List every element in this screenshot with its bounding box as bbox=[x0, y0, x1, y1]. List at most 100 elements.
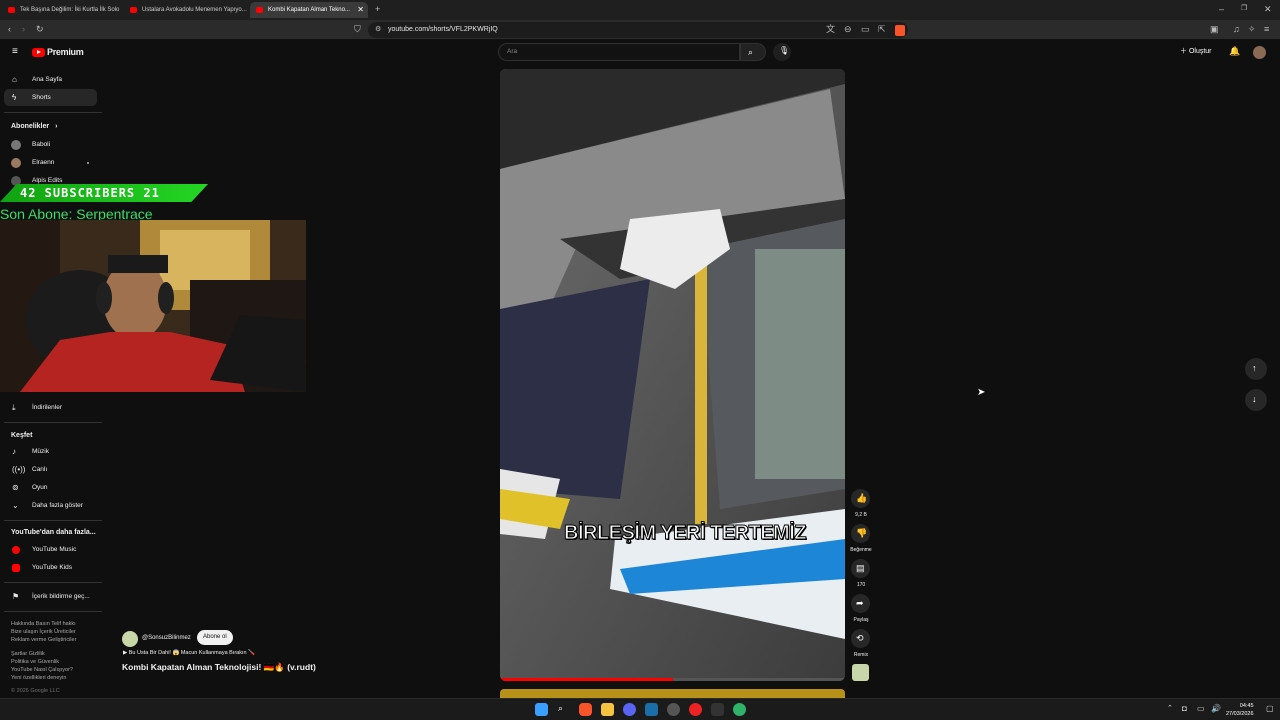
sidebar-divider bbox=[4, 112, 102, 113]
sidebar-item-youtube-kids[interactable]: YouTube Kids bbox=[4, 559, 97, 576]
youtube-logo-icon[interactable] bbox=[32, 48, 45, 57]
close-window-button[interactable]: ✕ bbox=[1264, 5, 1272, 14]
steam-icon[interactable] bbox=[645, 703, 658, 716]
sidebar-item-gaming[interactable]: ⊚ Oyun bbox=[4, 479, 97, 496]
arrow-down-icon: ↓ bbox=[1252, 394, 1257, 404]
search-icon[interactable]: ⌕ bbox=[558, 704, 563, 713]
network-icon[interactable]: ▭ bbox=[1197, 705, 1205, 713]
video-progress-track[interactable] bbox=[500, 678, 845, 681]
tray-app-icon[interactable]: ◘ bbox=[1182, 705, 1187, 713]
create-button[interactable]: ＋ Oluştur bbox=[1180, 46, 1212, 56]
sidebar-item-subscription[interactable]: Elraenn bbox=[4, 154, 97, 171]
reload-icon[interactable]: ↻ bbox=[36, 25, 44, 34]
sidebar-toggle-icon[interactable]: ▣ bbox=[1210, 25, 1219, 34]
windows-taskbar: ⌕ ⌃ ◘ ▭ 🔊 04:45 27/03/2026 ▢ bbox=[0, 698, 1280, 720]
sidebar-item-youtube-music[interactable]: YouTube Music bbox=[4, 541, 97, 558]
sidebar-item-downloads[interactable]: ⤓ İndirilenler bbox=[4, 399, 97, 416]
clock[interactable]: 04:45 27/03/2026 bbox=[1226, 702, 1254, 718]
create-label: Oluştur bbox=[1188, 48, 1212, 55]
share-icon[interactable]: ⇱ bbox=[878, 25, 886, 34]
notification-center-icon[interactable]: ▢ bbox=[1266, 705, 1274, 713]
subscriber-counter-text: 42 SUBSCRIBERS 21 bbox=[20, 186, 160, 200]
like-button[interactable]: 👍 bbox=[851, 489, 870, 508]
sidebar-item-label: YouTube Music bbox=[32, 546, 77, 553]
browser-tab-2[interactable]: Ustalara Avokadolu Menemen Yapıyo... bbox=[124, 2, 248, 18]
file-explorer-icon[interactable] bbox=[601, 703, 614, 716]
footer-line[interactable]: Politika ve Güvenlik bbox=[11, 658, 76, 666]
tray-overflow-icon[interactable]: ⌃ bbox=[1167, 705, 1173, 712]
translate-icon[interactable]: 文 bbox=[826, 25, 835, 34]
notifications-bell-icon[interactable]: 🔔 bbox=[1229, 47, 1240, 56]
sound-thumbnail[interactable] bbox=[852, 664, 869, 681]
avatar[interactable] bbox=[1253, 46, 1266, 59]
media-icon[interactable]: ♫ bbox=[1233, 25, 1240, 34]
obs-icon[interactable] bbox=[667, 703, 680, 716]
extensions-icon[interactable]: ✧ bbox=[1248, 25, 1256, 34]
sidebar-item-shorts[interactable]: ϟ Shorts bbox=[4, 89, 97, 106]
footer-line[interactable]: Bize ulaşın İçerik Üreticiler bbox=[11, 628, 76, 636]
sidebar-item-music[interactable]: ♪ Müzik bbox=[4, 443, 97, 460]
channel-name[interactable]: @SonsuzBilinmez bbox=[142, 635, 191, 641]
video-caption: BİRLEŞİM YERİ TERTEMİZ bbox=[564, 522, 807, 545]
video-frame bbox=[500, 69, 845, 681]
site-info-icon[interactable]: ⚙ bbox=[375, 26, 381, 33]
subscribe-button[interactable]: Abone ol bbox=[197, 630, 233, 645]
menu-icon[interactable]: ≡ bbox=[1264, 25, 1269, 34]
discord-icon[interactable] bbox=[623, 703, 636, 716]
mouse-cursor-icon: ➤ bbox=[977, 387, 986, 398]
shorts-video-player[interactable]: BİRLEŞİM YERİ TERTEMİZ bbox=[500, 69, 845, 681]
close-tab-icon[interactable]: ✕ bbox=[357, 2, 364, 18]
comments-button[interactable]: ▤ bbox=[851, 559, 870, 578]
browser-tab-3-active[interactable]: Kombi Kapatan Alman Tekno... ✕ bbox=[250, 2, 368, 18]
sidebar-item-label: Baboli bbox=[32, 141, 51, 148]
next-short-button[interactable]: ↓ bbox=[1245, 389, 1267, 411]
channel-avatar[interactable] bbox=[122, 631, 138, 647]
footer-line[interactable]: Şartlar Gizlilik bbox=[11, 650, 76, 658]
start-menu-icon[interactable] bbox=[535, 703, 548, 716]
short-title[interactable]: Kombi Kapatan Alman Teknolojisi! 🇩🇪🔥 (v.… bbox=[122, 662, 316, 673]
sidebar-item-report[interactable]: ⚑ İçerik bildirme geç... bbox=[4, 588, 97, 605]
app-icon[interactable] bbox=[711, 703, 724, 716]
brave-shield-icon[interactable] bbox=[895, 25, 905, 36]
chevron-right-icon: › bbox=[55, 123, 58, 130]
whatsapp-icon[interactable] bbox=[733, 703, 746, 716]
comment-count: 170 bbox=[856, 582, 866, 588]
bookmark-icon[interactable]: ⛉ bbox=[354, 25, 361, 34]
cast-icon[interactable]: ▭ bbox=[861, 25, 870, 34]
back-icon[interactable]: ‹ bbox=[8, 25, 11, 34]
sound-info[interactable]: ▶ Bu Usta Bir Dahi! 😱 Macun Kullanmaya B… bbox=[123, 650, 255, 656]
dislike-button[interactable]: 👎 bbox=[851, 524, 870, 543]
share-button[interactable]: ➦ bbox=[851, 594, 870, 613]
footer-line[interactable]: YouTube Nasıl Çalışıyor? bbox=[11, 666, 76, 674]
hamburger-menu-icon[interactable]: ≡ bbox=[12, 47, 18, 57]
sidebar-item-label: Canlı bbox=[32, 466, 48, 473]
youtube-kids-icon bbox=[12, 564, 20, 572]
youtube-premium-logo[interactable]: Premium bbox=[47, 47, 84, 57]
opera-icon[interactable] bbox=[689, 703, 702, 716]
remix-button[interactable]: ⟲ bbox=[851, 629, 870, 648]
sidebar-item-show-more[interactable]: ⌄ Daha fazla göster bbox=[4, 497, 97, 514]
sidebar-item-subscription[interactable]: Baboli bbox=[4, 136, 97, 153]
subscriptions-heading[interactable]: Abonelikler › bbox=[11, 123, 57, 130]
previous-short-button[interactable]: ↑ bbox=[1245, 358, 1267, 380]
date: 27/03/2026 bbox=[1226, 711, 1254, 717]
volume-icon[interactable]: 🔊 bbox=[1211, 705, 1221, 713]
new-tab-button[interactable]: + bbox=[375, 5, 380, 14]
search-button[interactable]: ⌕ bbox=[740, 43, 766, 61]
voice-search-button[interactable]: 🎙 bbox=[773, 43, 791, 61]
brave-browser-icon[interactable] bbox=[579, 703, 592, 716]
footer-line[interactable]: Hakkında Basın Telif hakkı bbox=[11, 620, 76, 628]
sidebar-item-home[interactable]: ⌂ Ana Sayfa bbox=[4, 71, 97, 88]
live-icon: ((•)) bbox=[12, 465, 26, 474]
zoom-icon[interactable]: ⊖ bbox=[844, 25, 852, 34]
forward-icon[interactable]: › bbox=[22, 25, 25, 34]
search-input[interactable]: Ara bbox=[498, 43, 740, 61]
maximize-button[interactable]: ❐ bbox=[1241, 5, 1247, 12]
footer-line[interactable]: Reklam verme Geliştiriciler bbox=[11, 636, 76, 644]
new-content-dot-icon bbox=[87, 162, 89, 164]
footer-line[interactable]: Yeni özellikleri deneyin bbox=[11, 674, 76, 682]
sidebar-item-live[interactable]: ((•)) Canlı bbox=[4, 461, 97, 478]
browser-tab-1[interactable]: Tek Başına Değilim: İki Kurtla İlk Solo bbox=[2, 2, 120, 18]
minimize-button[interactable]: – bbox=[1219, 5, 1224, 14]
video-progress-fill bbox=[500, 678, 673, 681]
